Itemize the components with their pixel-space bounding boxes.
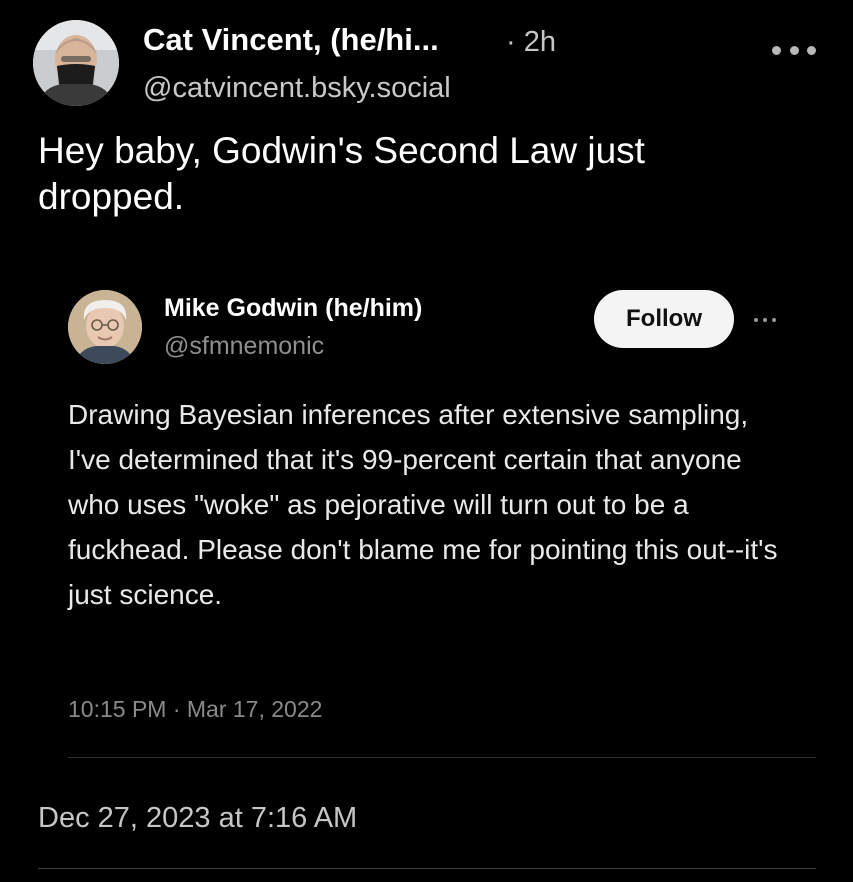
follow-button[interactable]: Follow — [594, 290, 734, 348]
author-display-name[interactable]: Cat Vincent, (he/hi... — [143, 22, 439, 58]
author-handle[interactable]: @catvincent.bsky.social — [143, 72, 451, 105]
author-avatar[interactable] — [33, 20, 119, 106]
more-dot — [754, 318, 758, 322]
divider — [68, 757, 816, 758]
quoted-post-timestamp[interactable]: 10:15 PM · Mar 17, 2022 — [68, 696, 322, 723]
more-options-icon[interactable] — [772, 36, 816, 64]
post-relative-time: · 2h — [506, 26, 556, 58]
post: Cat Vincent, (he/hi... · 2h @catvincent.… — [0, 0, 853, 882]
more-dot — [789, 45, 799, 55]
author-avatar-image — [33, 20, 119, 106]
quoted-author-handle[interactable]: @sfmnemonic — [164, 332, 324, 361]
quoted-author-avatar[interactable] — [68, 290, 142, 364]
divider — [38, 868, 816, 869]
quoted-author-display-name[interactable]: Mike Godwin (he/him) — [164, 294, 422, 323]
quoted-more-options-icon[interactable] — [754, 316, 776, 324]
quoted-post-card[interactable]: Mike Godwin (he/him) @sfmnemonic Follow … — [38, 270, 816, 760]
more-dot — [772, 45, 781, 55]
quoted-author-avatar-image — [68, 290, 142, 364]
quoted-post-text: Drawing Bayesian inferences after extens… — [68, 399, 778, 610]
post-datetime: Dec 27, 2023 at 7:16 AM — [38, 802, 358, 834]
more-dot — [763, 318, 767, 322]
more-dot — [807, 45, 816, 55]
more-dot — [772, 318, 776, 322]
post-text: Hey baby, Godwin's Second Law just dropp… — [38, 130, 645, 217]
